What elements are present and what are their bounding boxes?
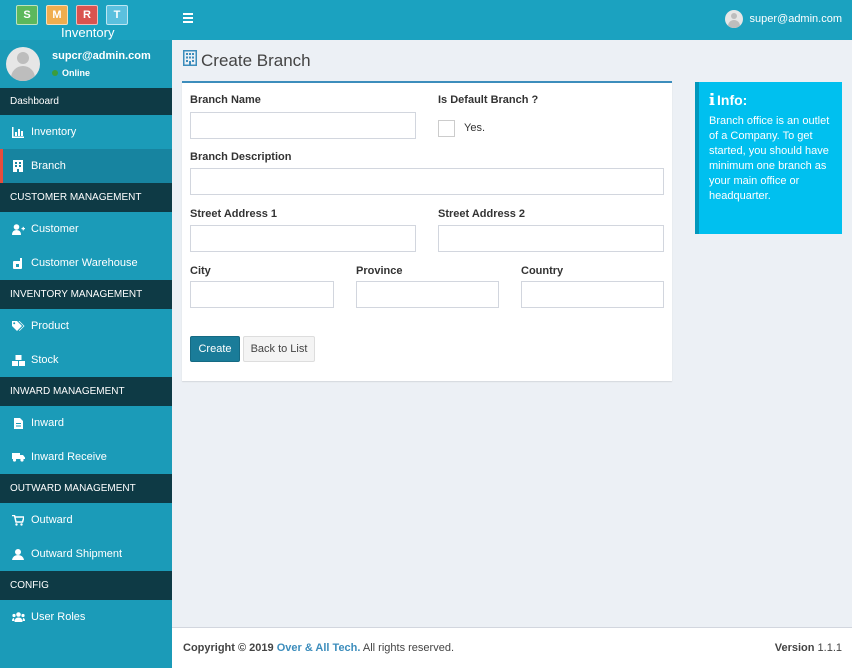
- street-address-1-input[interactable]: [190, 225, 416, 252]
- copyright-text: Copyright © 2019: [183, 642, 274, 654]
- version-label: Version: [774, 642, 815, 654]
- cart-icon: [11, 513, 25, 527]
- menu-toggle-icon[interactable]: [183, 13, 193, 25]
- sidebar-item-inward-receive[interactable]: Inward Receive: [0, 440, 172, 474]
- file-icon: [11, 416, 25, 430]
- logo-tile-t: T: [106, 5, 128, 25]
- user-menu[interactable]: super@admin.com: [724, 10, 842, 28]
- sidebar-item-label: Outward: [31, 514, 73, 526]
- app-logo[interactable]: S M R T Inventory: [0, 0, 172, 40]
- info-title-text: Info:: [717, 92, 748, 108]
- sidebar-item-label: Inventory: [31, 126, 77, 138]
- page-title-text: Create Branch: [201, 50, 311, 70]
- sidebar-item-label: Inward Receive: [31, 451, 107, 463]
- sidebar-header-dashboard[interactable]: Dashboard: [0, 88, 172, 115]
- province-input[interactable]: [356, 281, 499, 308]
- create-button[interactable]: Create: [190, 336, 240, 362]
- country-input[interactable]: [521, 281, 664, 308]
- logo-text: Inventory: [61, 25, 115, 40]
- sidebar-item-label: Stock: [31, 354, 59, 366]
- back-to-list-button[interactable]: Back to List: [243, 336, 315, 362]
- user-email: super@admin.com: [749, 13, 842, 25]
- info-icon: [709, 92, 715, 108]
- province-label: Province: [356, 265, 403, 277]
- sidebar-header-outward: OUTWARD MANAGEMENT: [0, 474, 172, 503]
- branch-name-label: Branch Name: [190, 94, 261, 106]
- tags-icon: [11, 319, 25, 333]
- city-input[interactable]: [190, 281, 334, 308]
- street-address-1-label: Street Address 1: [190, 208, 278, 220]
- info-title: Info:: [709, 92, 832, 108]
- branch-description-input[interactable]: [190, 168, 664, 195]
- sidebar: S M R T Inventory supcr@admin.com Online…: [0, 0, 172, 668]
- city-label: City: [190, 265, 211, 277]
- page-title: Create Branch: [183, 50, 311, 71]
- sidebar-item-label: Outward Shipment: [31, 548, 123, 560]
- sidebar-item-product[interactable]: Product: [0, 309, 172, 343]
- street-address-2-input[interactable]: [438, 225, 664, 252]
- sidebar-item-inward[interactable]: Inward: [0, 406, 172, 440]
- logo-tile-m: M: [46, 5, 68, 25]
- is-default-checkbox-text: Yes.: [464, 122, 486, 134]
- sidebar-item-customer[interactable]: Customer: [0, 212, 172, 246]
- user-plus-icon: [11, 222, 25, 236]
- bar-chart-icon: [11, 125, 25, 139]
- sidebar-item-label: Product: [31, 320, 69, 332]
- footer-version: Version 1.1.1: [775, 642, 842, 654]
- logo-tile-r: R: [76, 5, 98, 25]
- truck-icon: [11, 450, 25, 464]
- user-panel: supcr@admin.com Online: [0, 40, 172, 88]
- is-default-checkbox[interactable]: [438, 120, 455, 137]
- sidebar-item-stock[interactable]: Stock: [0, 343, 172, 377]
- user-status-text: Online: [62, 68, 91, 78]
- create-branch-form: Branch Name Is Default Branch ? Yes. Bra…: [182, 81, 672, 381]
- info-body: Branch office is an outlet of a Company.…: [709, 115, 830, 202]
- info-callout: Info: Branch office is an outlet of a Co…: [695, 82, 842, 234]
- logo-tile-s: S: [16, 5, 38, 25]
- version-value: 1.1.1: [817, 642, 842, 654]
- company-link[interactable]: Over & All Tech.: [277, 642, 361, 654]
- sidebar-item-outward-shipment[interactable]: Outward Shipment: [0, 537, 172, 571]
- users-icon: [11, 610, 25, 624]
- sidebar-item-inventory[interactable]: Inventory: [0, 115, 172, 149]
- shipment-icon: [11, 547, 25, 561]
- logo-tiles: S M R T: [16, 5, 128, 25]
- online-dot-icon: [52, 70, 58, 76]
- sidebar-header-inventory: INVENTORY MANAGEMENT: [0, 280, 172, 309]
- sidebar-header-inward: INWARD MANAGEMENT: [0, 377, 172, 406]
- branch-description-label: Branch Description: [190, 151, 292, 163]
- avatar: [6, 47, 40, 81]
- sidebar-item-outward[interactable]: Outward: [0, 503, 172, 537]
- branch-name-input[interactable]: [190, 112, 416, 139]
- sidebar-item-branch[interactable]: Branch: [0, 149, 172, 183]
- sidebar-item-label: User Roles: [31, 611, 86, 623]
- sidebar-header-config: CONFIG: [0, 571, 172, 600]
- sidebar-item-label: Customer Warehouse: [31, 257, 138, 269]
- sidebar-item-label: Branch: [31, 160, 66, 172]
- top-navbar: super@admin.com: [172, 0, 852, 40]
- cubes-icon: [11, 353, 25, 367]
- sidebar-header-customer: CUSTOMER MANAGEMENT: [0, 183, 172, 212]
- street-address-2-label: Street Address 2: [438, 208, 526, 220]
- user-name: supcr@admin.com: [52, 50, 151, 62]
- building-icon: [183, 50, 197, 71]
- rights-text: All rights reserved.: [362, 642, 454, 654]
- building-icon: [11, 159, 25, 173]
- warehouse-icon: [11, 256, 25, 270]
- sidebar-item-label: Customer: [31, 223, 79, 235]
- avatar: [724, 10, 743, 28]
- sidebar-item-customer-warehouse[interactable]: Customer Warehouse: [0, 246, 172, 280]
- footer: Copyright © 2019 Over & All Tech. All ri…: [172, 627, 852, 668]
- user-status: Online: [52, 68, 90, 78]
- country-label: Country: [521, 265, 564, 277]
- sidebar-item-user-roles[interactable]: User Roles: [0, 600, 172, 634]
- footer-copyright: Copyright © 2019 Over & All Tech. All ri…: [183, 642, 454, 654]
- sidebar-item-label: Inward: [31, 417, 65, 429]
- is-default-label: Is Default Branch ?: [438, 94, 539, 106]
